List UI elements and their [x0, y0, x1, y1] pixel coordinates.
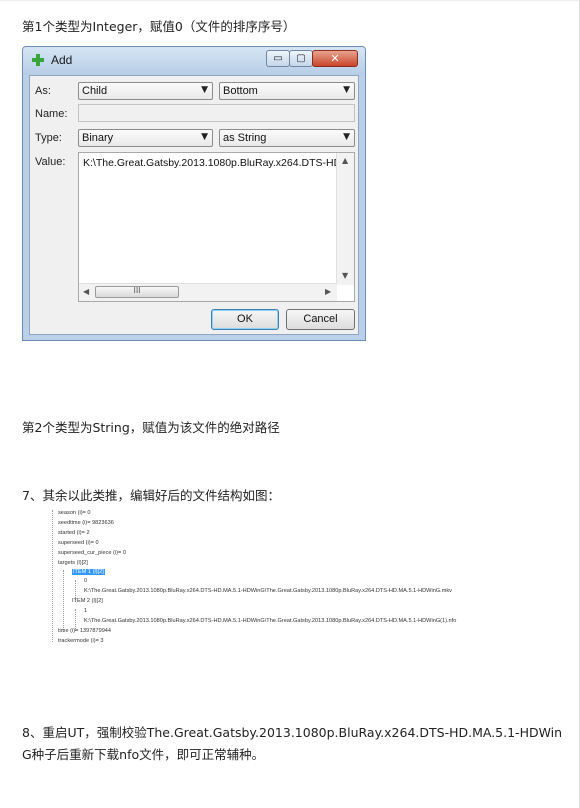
tree-node: superseed_cur_piece (i)= 0: [58, 550, 126, 556]
tree-guide-line: [52, 510, 53, 642]
format-select[interactable]: as String ▼: [219, 129, 355, 147]
paragraph-integer: 第1个类型为Integer，赋值0（文件的排序序号）: [22, 19, 296, 34]
value-text: K:\The.Great.Gatsby.2013.1080p.BluRay.x2…: [83, 157, 342, 169]
tree-node: trackermode (i)= 3: [58, 638, 104, 644]
scroll-right-icon[interactable]: ▶: [325, 287, 331, 296]
type-select-value: Binary: [82, 132, 114, 144]
scroll-down-icon[interactable]: ▼: [342, 271, 348, 280]
chevron-down-icon: ▼: [201, 85, 208, 95]
tree-node: superseed (i)= 0: [58, 540, 99, 546]
chevron-down-icon: ▼: [343, 85, 350, 95]
minimize-button[interactable]: ▭: [266, 50, 290, 67]
tree-node-selected[interactable]: ITEM 1 (l)[2]: [72, 569, 105, 575]
tree-node: targets (l)[2]: [58, 560, 88, 566]
value-textarea[interactable]: K:\The.Great.Gatsby.2013.1080p.BluRay.x2…: [78, 152, 355, 302]
tree-node[interactable]: ITEM 2 (l)[2]: [72, 598, 103, 604]
chevron-down-icon: ▼: [201, 132, 208, 142]
tree-node: 1: [84, 608, 88, 614]
horizontal-scrollbar[interactable]: ◀ III ▶: [79, 283, 337, 301]
tree-node: season (i)= 0: [58, 510, 91, 516]
tree-node: seedtime (i)= 9823636: [58, 520, 114, 526]
paragraph-step-7: 7、其余以此类推，编辑好后的文件结构如图：: [22, 488, 280, 503]
tree-node: K:\The.Great.Gatsby.2013.1080p.BluRay.x2…: [84, 588, 452, 594]
maximize-button[interactable]: ▢: [289, 50, 313, 67]
dialog-client-area: As: Child ▼ Bottom ▼ Name: Type: Binary …: [29, 75, 359, 335]
format-select-value: as String: [223, 132, 267, 144]
add-dialog-screenshot: Add ▭ ▢ ✕ As: Child ▼ Bottom ▼ Name: Typ…: [22, 46, 366, 341]
paragraph-step-8-line1: 8、重启UT，强制校验The.Great.Gatsby.2013.1080p.B…: [22, 725, 563, 740]
scrollbar-thumb[interactable]: III: [95, 286, 179, 298]
paragraph-string: 第2个类型为String，赋值为该文件的绝对路径: [22, 420, 280, 435]
close-button[interactable]: ✕: [312, 50, 358, 67]
value-label: Value:: [35, 156, 66, 168]
close-icon: ✕: [330, 52, 340, 65]
position-select[interactable]: Bottom ▼: [219, 82, 355, 100]
tree-guide-line: [63, 570, 64, 632]
name-label: Name:: [35, 108, 68, 120]
position-select-value: Bottom: [223, 85, 258, 97]
minimize-icon: ▭: [273, 53, 283, 64]
name-field[interactable]: [78, 104, 355, 122]
scroll-up-icon[interactable]: ▲: [342, 156, 348, 165]
as-select[interactable]: Child ▼: [78, 82, 213, 100]
add-icon: [32, 54, 44, 66]
scroll-left-icon[interactable]: ◀: [83, 287, 89, 296]
dialog-titlebar: Add ▭ ▢ ✕: [23, 47, 365, 75]
maximize-icon: ▢: [296, 53, 306, 64]
tree-node: K:\The.Great.Gatsby.2013.1080p.BluRay.x2…: [84, 618, 457, 624]
file-structure-tree-screenshot: season (i)= 0 seedtime (i)= 9823636 star…: [22, 510, 562, 650]
dialog-title: Add: [51, 53, 73, 67]
scrollbar-grip: III: [133, 286, 141, 295]
type-select[interactable]: Binary ▼: [78, 129, 213, 147]
as-label: As:: [35, 85, 51, 97]
vertical-scrollbar[interactable]: ▲ ▼: [336, 153, 354, 285]
tree-node: time (i)= 1397879944: [58, 628, 112, 634]
chevron-down-icon: ▼: [343, 132, 350, 142]
ok-button[interactable]: OK: [211, 309, 279, 330]
page-top-border: [0, 0, 580, 1]
tree-node: 0: [84, 578, 88, 584]
as-select-value: Child: [82, 85, 108, 97]
cancel-button[interactable]: Cancel: [286, 309, 355, 330]
paragraph-step-8-line2: G种子后重新下载nfo文件，即可正常辅种。: [22, 747, 265, 762]
tree-node: started (i)= 2: [58, 530, 90, 536]
type-label: Type:: [35, 132, 62, 144]
